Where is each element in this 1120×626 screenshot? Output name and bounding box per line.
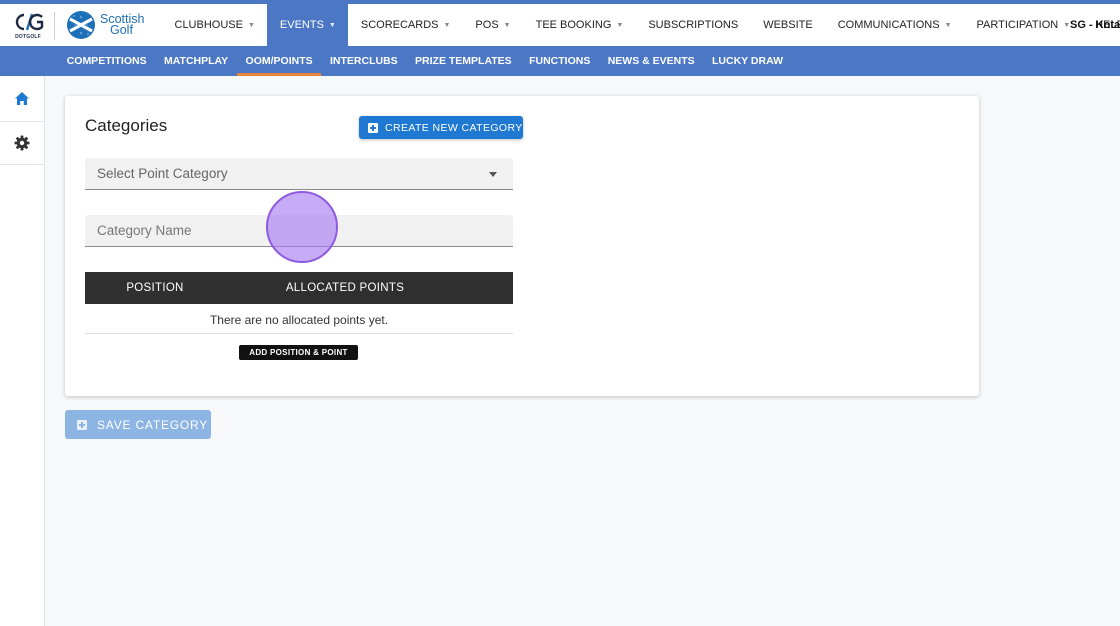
nav-label: COMMUNICATIONS (837, 19, 940, 31)
caret-down-icon (489, 172, 497, 177)
subnav-oom-points[interactable]: OOM/POINTS (236, 46, 322, 76)
plus-box-icon (368, 122, 378, 133)
nav-website[interactable]: WEBSITE (751, 4, 826, 46)
nav-label: SCORECARDS (360, 19, 439, 31)
dotgolf-mark-icon (15, 13, 44, 31)
top-bar: DOTGOLF Scottish Golf CLUBHOUSE ▼ EVENTS ▼… (0, 0, 1120, 46)
click-indicator (266, 191, 338, 263)
select-placeholder: Select Point Category (97, 166, 228, 181)
nav-label: CLUBHOUSE (174, 19, 243, 31)
nav-label: EVENTS (279, 19, 324, 31)
sub-nav: COMPETITIONS MATCHPLAY OOM/POINTS INTERC… (0, 46, 1120, 76)
page-title: Categories (85, 116, 168, 135)
subnav-matchplay[interactable]: MATCHPLAY (155, 46, 237, 76)
chevron-down-icon: ▼ (443, 21, 451, 29)
column-header-allocated-points: ALLOCATED POINTS (285, 282, 405, 294)
main-nav: CLUBHOUSE ▼ EVENTS ▼ SCORECARDS ▼ POS ▼ TEE … (162, 4, 1120, 46)
scottish-golf-wordmark: Scottish Golf (100, 13, 144, 37)
nav-events[interactable]: EVENTS ▼ (267, 4, 349, 46)
chevron-down-icon: ▼ (503, 21, 511, 29)
subnav-lucky-draw[interactable]: LUCKY DRAW (703, 46, 791, 76)
dotgolf-logo[interactable]: DOTGOLF (12, 10, 44, 44)
subnav-prize-templates[interactable]: PRIZE TEMPLATES (406, 46, 520, 76)
subnav-competitions[interactable]: COMPETITIONS (58, 46, 155, 76)
wordmark-line-2: Golf (110, 23, 133, 37)
nav-clubhouse[interactable]: CLUBHOUSE ▼ (162, 4, 267, 46)
subnav-functions[interactable]: FUNCTIONS (520, 46, 599, 76)
sidebar-settings-button[interactable] (0, 121, 44, 165)
home-icon (15, 91, 29, 105)
column-header-position: POSITION (126, 282, 184, 294)
nav-subscriptions[interactable]: SUBSCRIPTIONS (636, 4, 751, 46)
subnav-interclubs[interactable]: INTERCLUBS (321, 46, 406, 76)
sidebar (0, 76, 45, 626)
sidebar-home-button[interactable] (0, 76, 44, 120)
golf-ball-icon (67, 11, 95, 39)
plus-box-icon (77, 419, 87, 430)
dotgolf-wordmark: DOTGOLF (15, 34, 41, 40)
save-category-button[interactable]: SAVE CATEGORY (65, 410, 211, 439)
categories-card: Categories CREATE NEW CATEGORY Select Po… (65, 96, 979, 396)
chevron-down-icon: ▼ (944, 21, 952, 29)
nav-label: TEE BOOKING (535, 19, 612, 31)
nav-pos[interactable]: POS ▼ (463, 4, 523, 46)
nav-label: WEBSITE (763, 19, 813, 31)
user-menu[interactable]: SG - Kotar (1070, 4, 1120, 46)
nav-label: SUBSCRIPTIONS (648, 19, 739, 31)
create-button-label: CREATE NEW CATEGORY (385, 121, 523, 134)
nav-label: PARTICIPATION (976, 19, 1059, 31)
chevron-down-icon: ▼ (616, 21, 624, 29)
save-button-label: SAVE CATEGORY (97, 417, 209, 432)
nav-scorecards[interactable]: SCORECARDS ▼ (348, 4, 463, 46)
chevron-down-icon: ▼ (328, 21, 336, 29)
subnav-news-events[interactable]: NEWS & EVENTS (599, 46, 703, 76)
nav-participation[interactable]: PARTICIPATION ▼ (964, 4, 1083, 46)
chevron-down-icon: ▼ (247, 21, 255, 29)
nav-tee-booking[interactable]: TEE BOOKING ▼ (523, 4, 636, 46)
nav-label: POS (475, 19, 499, 31)
add-position-point-button[interactable]: ADD POSITION & POINT (239, 345, 358, 360)
points-table-header: POSITION ALLOCATED POINTS (85, 272, 513, 304)
point-category-select[interactable]: Select Point Category (85, 158, 513, 190)
gear-icon (14, 135, 30, 151)
empty-table-message: There are no allocated points yet. (85, 304, 513, 334)
scottish-golf-logo[interactable]: Scottish Golf (66, 10, 144, 40)
create-new-category-button[interactable]: CREATE NEW CATEGORY (359, 116, 523, 139)
logo-divider (54, 12, 55, 40)
nav-communications[interactable]: COMMUNICATIONS ▼ (825, 4, 964, 46)
